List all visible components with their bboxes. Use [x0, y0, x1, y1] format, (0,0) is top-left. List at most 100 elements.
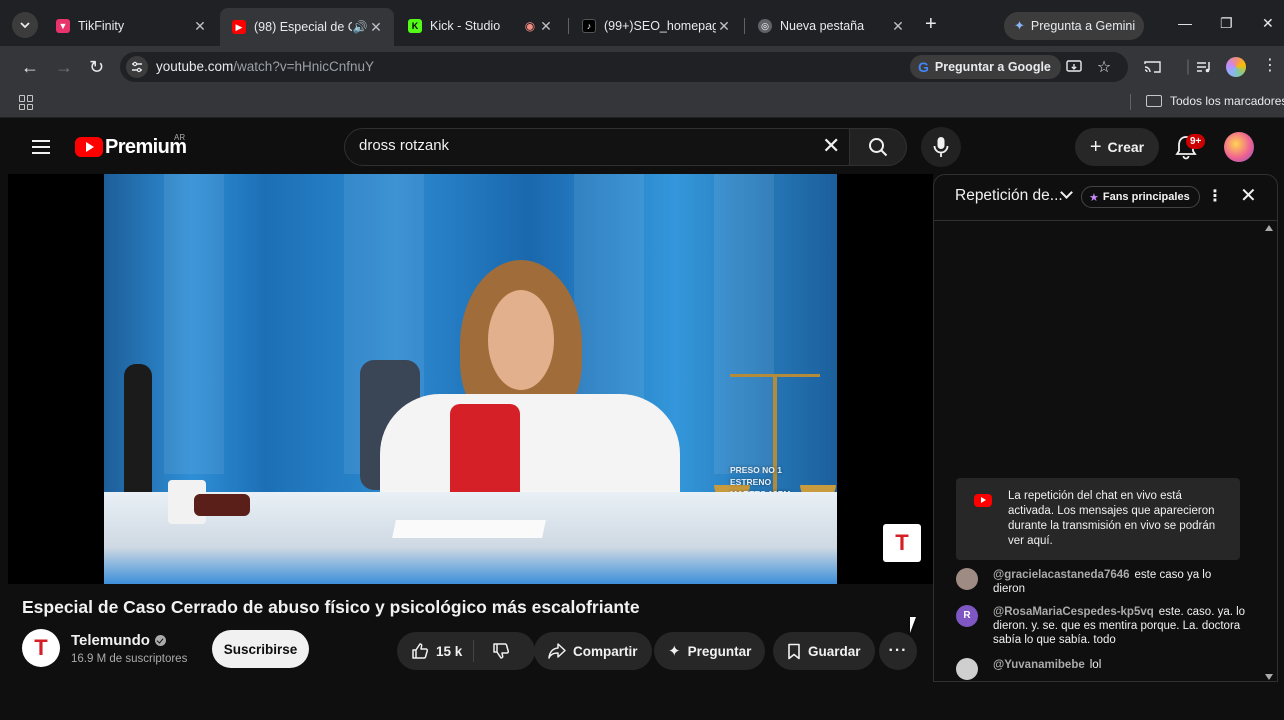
- profile-avatar[interactable]: [1226, 57, 1246, 77]
- url-path: /watch?v=hHnicCnfnuY: [233, 59, 374, 74]
- channel-avatar[interactable]: T: [22, 629, 60, 667]
- microphone-icon: [933, 137, 949, 157]
- minimize-window-icon[interactable]: —: [1178, 15, 1192, 31]
- kick-favicon-icon: K: [408, 19, 422, 33]
- mouse-cursor-icon: [910, 617, 916, 633]
- youtube-logo-icon[interactable]: [75, 137, 103, 157]
- chat-author-avatar[interactable]: R: [956, 605, 978, 627]
- chat-more-options-icon[interactable]: ⋮: [1207, 186, 1223, 206]
- site-info-icon[interactable]: [126, 56, 148, 78]
- create-button[interactable]: + Crear: [1075, 128, 1159, 166]
- close-window-icon[interactable]: ✕: [1262, 15, 1274, 32]
- ask-google-label: Preguntar a Google: [934, 60, 1051, 74]
- clear-search-icon[interactable]: ✕: [822, 134, 840, 158]
- media-controls-icon[interactable]: [1194, 57, 1214, 77]
- restore-window-icon[interactable]: ❐: [1220, 15, 1233, 32]
- telemundo-watermark-icon: T: [883, 524, 921, 562]
- tab-seo-homepage[interactable]: ♪ (99+)SEO_homepage ✕: [570, 10, 742, 42]
- chat-message: @gracielacastaneda7646 este caso ya lo di…: [956, 568, 1246, 596]
- channel-name[interactable]: Telemundo: [71, 632, 150, 649]
- url-text[interactable]: youtube.com/watch?v=hHnicCnfnuY: [156, 59, 374, 74]
- forward-arrow-icon[interactable]: →: [55, 56, 73, 78]
- scroll-down-arrow-icon[interactable]: [1265, 674, 1273, 680]
- tab-new-tab[interactable]: ◎ Nueva pestaña ✕: [746, 10, 916, 42]
- save-button[interactable]: Guardar: [773, 632, 875, 670]
- country-code: AR: [174, 133, 186, 142]
- tab-title: Kick - Studio: [430, 19, 501, 33]
- bookmark-icon: [788, 643, 800, 659]
- like-button[interactable]: 15 k: [397, 642, 473, 660]
- search-icon: [869, 138, 888, 157]
- all-bookmarks-link[interactable]: Todos los marcadores: [1170, 94, 1284, 108]
- thumbs-down-icon: [493, 643, 510, 659]
- subscriber-count: 16.9 M de suscriptores: [71, 653, 188, 665]
- apps-grid-icon[interactable]: [19, 95, 34, 110]
- like-count: 15 k: [436, 643, 463, 659]
- notification-count-badge: 9+: [1186, 134, 1206, 149]
- close-tab-icon[interactable]: ✕: [538, 18, 554, 35]
- google-lens-icon: G: [918, 59, 929, 75]
- account-avatar[interactable]: [1224, 132, 1254, 162]
- ask-google-button[interactable]: G Preguntar a Google: [910, 55, 1061, 79]
- close-tab-icon[interactable]: ✕: [368, 19, 384, 36]
- papers-prop: [392, 520, 546, 538]
- reload-icon[interactable]: ↻: [89, 56, 104, 78]
- tab-title: (98) Especial de C: [254, 20, 352, 34]
- promo-line: ESTRENO: [730, 477, 772, 487]
- youtube-play-icon: [974, 494, 992, 507]
- tab-title: (99+)SEO_homepage: [604, 19, 716, 33]
- close-tab-icon[interactable]: ✕: [716, 18, 732, 35]
- chat-author-name[interactable]: @gracielacastaneda7646: [993, 569, 1130, 581]
- more-actions-icon[interactable]: ···: [879, 632, 917, 670]
- menu-hamburger-icon[interactable]: [32, 140, 50, 154]
- url-host: youtube.com: [156, 59, 234, 74]
- bookmarks-divider: [1130, 94, 1131, 110]
- new-tab-button[interactable]: +: [925, 14, 937, 34]
- share-arrow-icon: [548, 643, 566, 659]
- host-face: [488, 290, 554, 390]
- channel-name-link[interactable]: Telemundo: [71, 632, 166, 649]
- speaker-icon[interactable]: 🔊: [352, 20, 368, 34]
- chat-author-name[interactable]: @RosaMariaCespedes-kp5vq: [993, 606, 1154, 618]
- share-button[interactable]: Compartir: [534, 632, 652, 670]
- top-fans-filter-chip[interactable]: ★ Fans principales: [1081, 186, 1200, 208]
- dislike-button[interactable]: [474, 642, 535, 660]
- tab-tikfinity[interactable]: ▼ TikFinity ✕: [44, 10, 218, 42]
- ask-label: Preguntar: [687, 643, 752, 659]
- bookmark-star-icon[interactable]: ☆: [1094, 57, 1114, 77]
- close-tab-icon[interactable]: ✕: [192, 18, 208, 35]
- install-app-icon[interactable]: [1064, 57, 1084, 77]
- ask-gemini-button[interactable]: ✦ Pregunta a Gemini: [1004, 12, 1144, 40]
- promo-line: PRESO NO 1: [730, 465, 782, 475]
- recording-icon: ◉: [524, 19, 536, 33]
- close-chat-icon[interactable]: ✕: [1240, 185, 1257, 207]
- chat-author-avatar[interactable]: [956, 658, 978, 680]
- chat-mode-selector[interactable]: Repetición de...: [955, 187, 1063, 205]
- tab-kick-studio[interactable]: K Kick - Studio ◉ ✕: [396, 10, 564, 42]
- tab-search-button[interactable]: [12, 12, 38, 38]
- tikfinity-favicon-icon: ▼: [56, 19, 70, 33]
- search-button[interactable]: [849, 128, 907, 166]
- search-input[interactable]: dross rotzank: [359, 137, 449, 154]
- share-label: Compartir: [573, 643, 638, 659]
- gemini-label: Pregunta a Gemini: [1030, 19, 1136, 33]
- bookmarks-bar: [0, 88, 1284, 118]
- gavel-prop: [194, 494, 250, 516]
- back-arrow-icon[interactable]: ←: [21, 56, 39, 78]
- cast-icon[interactable]: [1142, 57, 1162, 77]
- youtube-favicon-icon: ▶: [232, 20, 246, 34]
- browser-menu-icon[interactable]: ⋮: [1262, 55, 1278, 75]
- sparkle-icon: ✦: [668, 643, 681, 660]
- chat-scrollbar[interactable]: [1262, 222, 1276, 682]
- save-label: Guardar: [808, 643, 861, 659]
- video-frame[interactable]: PRESO NO 1 ESTRENO MARTES 10PM: [104, 174, 837, 584]
- chat-author-avatar[interactable]: [956, 568, 978, 590]
- video-title: Especial de Caso Cerrado de abuso físico…: [22, 597, 640, 617]
- ask-button[interactable]: ✦ Preguntar: [654, 632, 766, 670]
- voice-search-button[interactable]: [921, 127, 961, 167]
- subscribe-button[interactable]: Suscribirse: [212, 630, 309, 668]
- chat-author-name[interactable]: @Yuvanamibebe: [993, 659, 1085, 671]
- scroll-up-arrow-icon[interactable]: [1265, 225, 1273, 231]
- close-tab-icon[interactable]: ✕: [890, 18, 906, 35]
- tab-youtube-active[interactable]: ▶ (98) Especial de C 🔊 ✕: [220, 8, 394, 46]
